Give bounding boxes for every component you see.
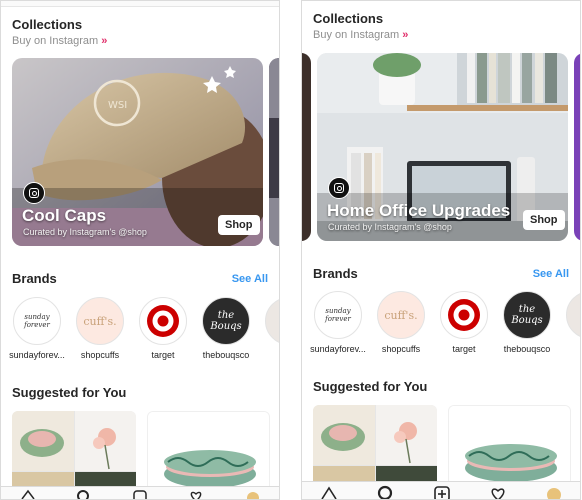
next-collection-card-peek[interactable] bbox=[574, 53, 580, 241]
heart-icon[interactable] bbox=[489, 484, 507, 499]
brands-list[interactable]: sunday forever sundayforev... cuff's. sh… bbox=[302, 291, 580, 363]
collections-header: Collections Buy on Instagram» bbox=[302, 1, 580, 41]
profile-avatar-icon[interactable] bbox=[545, 484, 563, 499]
heart-icon[interactable] bbox=[189, 489, 203, 499]
brand-label: coll bbox=[559, 344, 580, 354]
suggested-title: Suggested for You bbox=[12, 385, 127, 400]
brand-label: target bbox=[452, 344, 476, 354]
brand-label: shopcuffs bbox=[381, 344, 421, 354]
shop-button[interactable]: Shop bbox=[218, 215, 260, 235]
brands-list[interactable]: sunday forever sundayforev... cuff's. sh… bbox=[1, 297, 279, 369]
svg-text:WSI: WSI bbox=[108, 100, 127, 111]
sundayforever-logo: sunday forever bbox=[314, 291, 362, 339]
add-post-icon[interactable] bbox=[133, 489, 147, 499]
collection-curator: Curated by Instagram's @shop bbox=[23, 227, 147, 237]
home-icon[interactable] bbox=[320, 484, 338, 499]
product-image bbox=[375, 405, 437, 465]
buy-on-instagram-label: Buy on Instagram bbox=[12, 35, 99, 47]
brand-sundayforever[interactable]: sunday forever sundayforev... bbox=[6, 297, 68, 360]
product-image bbox=[313, 405, 375, 465]
previous-collection-card-peek[interactable] bbox=[302, 53, 311, 241]
right-screen: Collections Buy on Instagram» Home Offic… bbox=[301, 0, 581, 500]
bottom-tab-bar bbox=[1, 486, 279, 499]
collection-curator: Curated by Instagram's @shop bbox=[328, 222, 452, 232]
collections-header: Collections Buy on Instagram» bbox=[1, 7, 279, 47]
next-collection-card-peek[interactable] bbox=[269, 58, 279, 246]
double-chevron-icon: » bbox=[101, 35, 107, 47]
suggested-title: Suggested for You bbox=[313, 379, 428, 394]
profile-avatar-icon[interactable] bbox=[246, 489, 260, 499]
brand-label: thebouqsco bbox=[503, 344, 551, 354]
add-post-icon[interactable] bbox=[433, 484, 451, 499]
buy-on-instagram-link[interactable]: Buy on Instagram» bbox=[12, 35, 268, 47]
collection-title: Cool Caps bbox=[22, 206, 107, 225]
coll-logo bbox=[265, 297, 279, 345]
target-logo-icon bbox=[139, 297, 187, 345]
home-icon[interactable] bbox=[21, 489, 35, 499]
brand-label: coll bbox=[258, 350, 279, 360]
instagram-camera-icon bbox=[328, 177, 350, 199]
brand-target[interactable]: target bbox=[433, 291, 495, 354]
collections-title: Collections bbox=[12, 17, 83, 32]
brands-header: Brands See All bbox=[12, 271, 268, 286]
collection-card[interactable]: Home Office Upgrades Curated by Instagra… bbox=[317, 53, 568, 241]
brand-label: target bbox=[151, 350, 175, 360]
brand-shopcuffs[interactable]: cuff's. shopcuffs bbox=[370, 291, 432, 354]
brand-label: sundayforev... bbox=[310, 344, 366, 354]
collection-card[interactable]: WSI Cool Caps Curated by Instagram's @sh… bbox=[12, 58, 263, 246]
brand-label: thebouqsco bbox=[202, 350, 250, 360]
brand-coll[interactable]: coll bbox=[559, 291, 580, 354]
see-all-brands-link[interactable]: See All bbox=[533, 268, 569, 280]
brand-label: shopcuffs bbox=[80, 350, 120, 360]
brand-coll[interactable]: coll bbox=[258, 297, 279, 360]
search-icon[interactable] bbox=[376, 484, 394, 499]
brand-sundayforever[interactable]: sunday forever sundayforev... bbox=[307, 291, 369, 354]
see-all-brands-link[interactable]: See All bbox=[232, 273, 268, 285]
brand-thebouqsco[interactable]: the Bouqs thebouqsco bbox=[195, 297, 257, 360]
bottom-tab-bar bbox=[302, 481, 580, 499]
collections-carousel[interactable]: Home Office Upgrades Curated by Instagra… bbox=[302, 53, 580, 241]
shopcuffs-logo: cuff's. bbox=[76, 297, 124, 345]
brands-title: Brands bbox=[313, 266, 358, 281]
next-collection-photo bbox=[269, 58, 279, 246]
instagram-camera-icon bbox=[23, 182, 45, 204]
shop-button[interactable]: Shop bbox=[523, 210, 565, 230]
thebouqsco-logo: the Bouqs bbox=[202, 297, 250, 345]
product-image bbox=[12, 411, 74, 471]
collection-title: Home Office Upgrades bbox=[327, 201, 511, 220]
coll-logo bbox=[566, 291, 580, 339]
target-logo-icon bbox=[440, 291, 488, 339]
product-image bbox=[74, 411, 136, 471]
shopcuffs-logo: cuff's. bbox=[377, 291, 425, 339]
brand-label: sundayforev... bbox=[9, 350, 65, 360]
brands-title: Brands bbox=[12, 271, 57, 286]
double-chevron-icon: » bbox=[402, 29, 408, 41]
collections-title: Collections bbox=[313, 11, 384, 26]
search-icon[interactable] bbox=[76, 489, 90, 499]
brand-thebouqsco[interactable]: the Bouqs thebouqsco bbox=[496, 291, 558, 354]
brand-target[interactable]: target bbox=[132, 297, 194, 360]
left-screen: Collections Buy on Instagram» WSI Cool C… bbox=[0, 0, 280, 500]
sundayforever-logo: sunday forever bbox=[13, 297, 61, 345]
brand-shopcuffs[interactable]: cuff's. shopcuffs bbox=[69, 297, 131, 360]
buy-on-instagram-link[interactable]: Buy on Instagram» bbox=[313, 29, 569, 41]
thebouqsco-logo: the Bouqs bbox=[503, 291, 551, 339]
brands-header: Brands See All bbox=[313, 266, 569, 281]
buy-on-instagram-label: Buy on Instagram bbox=[313, 29, 400, 41]
collections-carousel[interactable]: WSI Cool Caps Curated by Instagram's @sh… bbox=[1, 58, 279, 246]
